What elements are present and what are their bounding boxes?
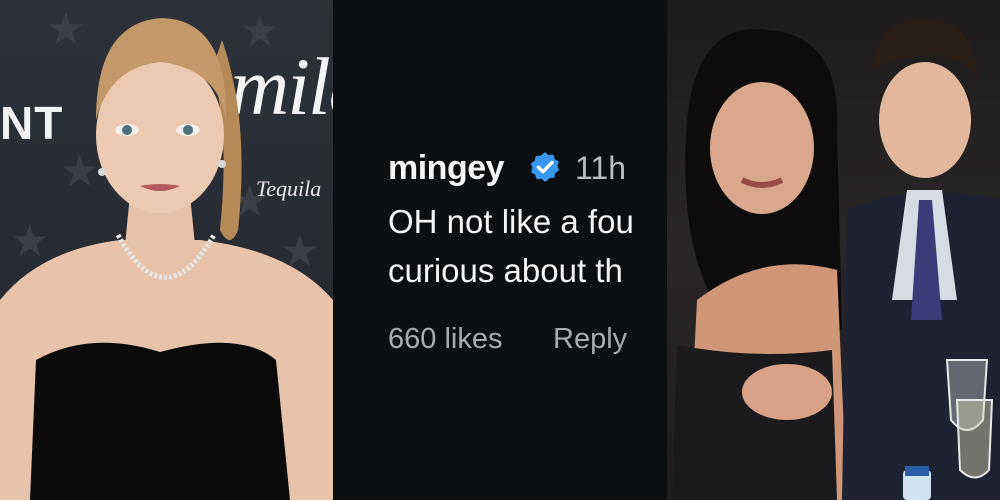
comment-likes-count[interactable]: 660 likes bbox=[388, 323, 502, 356]
man-face bbox=[879, 62, 971, 178]
image-collage: ★ ★ ★ ★ ★ ★ NT mila Tequila bbox=[0, 0, 1000, 500]
comment-text-line: OH not like a fou bbox=[388, 203, 634, 240]
verified-badge-icon bbox=[530, 152, 560, 182]
woman-face bbox=[710, 82, 814, 214]
left-photo-panel: ★ ★ ★ ★ ★ ★ NT mila Tequila bbox=[0, 0, 333, 500]
woman-hand bbox=[742, 364, 832, 420]
iris-right bbox=[183, 125, 193, 135]
comment-timestamp: 11h bbox=[575, 150, 627, 186]
bottle-cap bbox=[905, 466, 929, 476]
comment-username[interactable]: mingey bbox=[388, 149, 505, 188]
iris-left bbox=[122, 125, 132, 135]
earring-left bbox=[98, 168, 106, 176]
wine-glass bbox=[955, 399, 994, 479]
comment-reply-button[interactable]: Reply bbox=[553, 323, 627, 356]
comment-text-line: curious about th bbox=[388, 252, 623, 289]
black-dress bbox=[30, 342, 290, 500]
woman-sequin-dress bbox=[672, 345, 837, 500]
earring-right bbox=[218, 160, 226, 168]
comment-panel bbox=[333, 0, 667, 500]
right-photo-panel bbox=[667, 0, 1000, 500]
couple-photo-illustration bbox=[672, 19, 1000, 500]
woman-portrait-illustration bbox=[0, 18, 333, 500]
